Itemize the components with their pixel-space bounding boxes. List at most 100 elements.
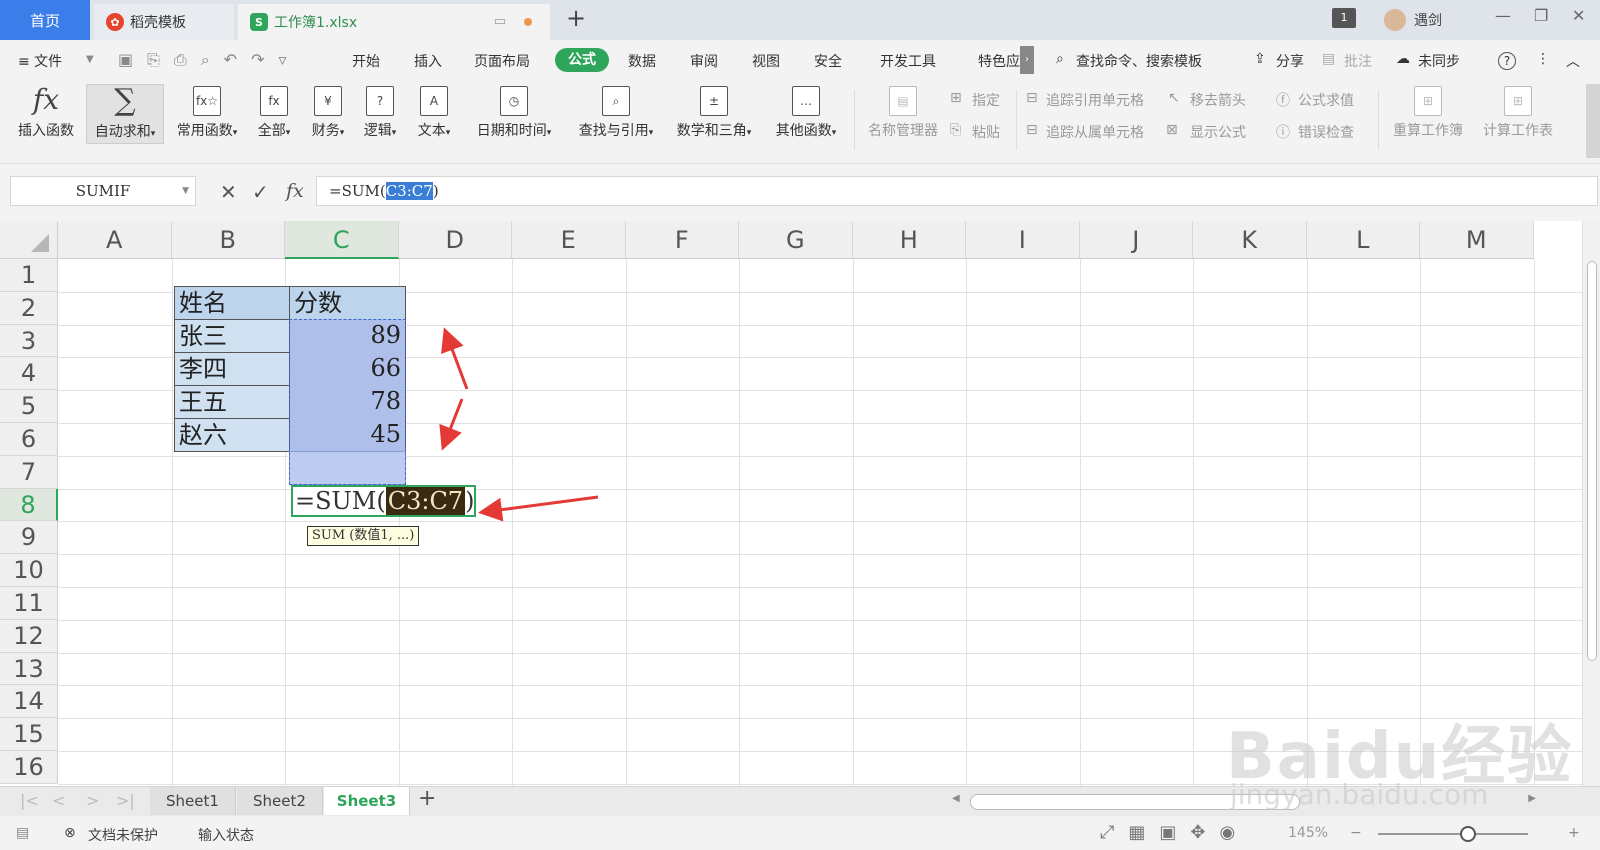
other-functions-button[interactable]: … 其他函数▾ [768,86,844,140]
row-header[interactable]: 10 [0,554,58,587]
status-doc-icon[interactable]: ▤ [16,825,29,841]
cancel-icon[interactable]: ✕ [220,180,237,204]
row-header[interactable]: 15 [0,718,58,751]
row-header[interactable]: 12 [0,619,58,653]
enter-icon[interactable]: ✓ [252,180,269,204]
search-icon[interactable]: ⌕ [1056,51,1064,67]
column-header[interactable]: C [285,221,399,259]
sheet-tab[interactable]: Sheet1 [150,787,236,815]
ribbon-scrollbar[interactable] [1586,84,1600,158]
all-functions-button[interactable]: fx 全部▾ [252,86,296,140]
spreadsheet-grid[interactable]: ABCDEFGHIJKLM 1 2 3 4 5 6 7 8 9 10 11 12 13 14 15 16 姓名… [0,221,1600,786]
remove-arrows-button[interactable]: 移去箭头 [1190,90,1246,110]
menu-item-data[interactable]: 数据 [628,51,656,71]
zoom-in-icon[interactable]: + [1568,825,1580,841]
zoom-level[interactable]: 145% [1288,825,1328,841]
finance-button[interactable]: ¥ 财务▾ [306,86,350,140]
column-header[interactable]: A [58,221,172,259]
tab-home[interactable]: 首页 [0,0,90,40]
sync-status[interactable]: 未同步 [1418,51,1460,71]
quick-access-icons[interactable]: ▣⎘⎙⌕↶↷▿ [118,50,301,70]
lookup-button[interactable]: ⌕ 查找与引用▾ [572,86,660,140]
row-header[interactable]: 5 [0,390,58,423]
window-count-badge[interactable]: 1 [1332,8,1356,28]
fx-icon[interactable]: fx [286,180,304,202]
row-header[interactable]: 16 [0,751,58,784]
sheet-tab-active[interactable]: Sheet3 [324,787,410,815]
last-sheet-icon[interactable]: >| [116,791,135,810]
select-all-corner[interactable] [0,221,58,259]
show-formulas-button[interactable]: 显示公式 [1190,122,1246,142]
row-header[interactable]: 6 [0,423,58,456]
prev-sheet-icon[interactable]: < [52,791,65,810]
menu-item-developer[interactable]: 开发工具 [880,51,936,71]
close-button[interactable]: ✕ [1572,6,1585,25]
menu-more-button[interactable]: › [1020,46,1034,74]
active-edit-cell[interactable]: =SUM(C3:C7) [291,485,477,517]
math-button[interactable]: ± 数学和三角▾ [670,86,758,140]
column-header[interactable]: J [1079,221,1193,259]
column-header[interactable]: B [171,221,285,259]
formula-input[interactable]: =SUM(C3:C7) [316,176,1598,206]
menu-item-view[interactable]: 视图 [752,51,780,71]
datetime-button[interactable]: ◷ 日期和时间▾ [470,86,558,140]
column-header[interactable]: H [852,221,966,259]
column-header[interactable]: I [966,221,1080,259]
trace-dependents-button[interactable]: 追踪从属单元格 [1046,122,1144,142]
protection-status[interactable]: 文档未保护 [88,825,158,845]
menu-item-review[interactable]: 审阅 [690,51,718,71]
avatar[interactable] [1384,9,1406,31]
column-header[interactable]: G [739,221,853,259]
specify-button[interactable]: 指定 [972,90,1000,110]
insert-function-button[interactable]: fx 插入函数 [14,86,78,140]
column-header[interactable]: M [1420,221,1534,259]
header-cell-score[interactable]: 分数 [289,286,406,320]
name-manager-button[interactable]: ▤ 名称管理器 [862,86,944,140]
username[interactable]: 遇剑 [1414,10,1442,30]
menu-item-insert[interactable]: 插入 [414,51,442,71]
row-header[interactable]: 13 [0,652,58,686]
menu-item-security[interactable]: 安全 [814,51,842,71]
name-cell[interactable]: 李四 [174,352,290,386]
menu-item-special[interactable]: 特色应 [978,51,1020,71]
row-header[interactable]: 8 [0,488,58,522]
evaluate-formula-button[interactable]: 公式求值 [1298,90,1354,110]
row-header[interactable]: 2 [0,291,58,325]
row-header[interactable]: 4 [0,357,58,391]
error-check-button[interactable]: 错误检查 [1298,122,1354,142]
menu-item-page-layout[interactable]: 页面布局 [474,51,530,71]
menu-item-start[interactable]: 开始 [352,51,380,71]
next-sheet-icon[interactable]: > [86,791,99,810]
column-header[interactable]: L [1306,221,1420,259]
name-cell[interactable]: 王五 [174,385,290,419]
menu-item-formulas[interactable]: 公式 [555,48,609,72]
name-box[interactable]: SUMIF ▼ [10,176,196,206]
minimize-button[interactable]: — [1495,6,1511,25]
row-header[interactable]: 11 [0,587,58,620]
trace-precedents-button[interactable]: 追踪引用单元格 [1046,90,1144,110]
logic-button[interactable]: ? 逻辑▾ [358,86,402,140]
vertical-scrollbar[interactable] [1582,221,1600,786]
row-header[interactable]: 1 [0,259,58,292]
more-options-icon[interactable]: ⋮ [1536,51,1550,67]
new-tab-button[interactable]: + [566,4,586,32]
function-tooltip[interactable]: SUM (数值1, ...) [307,526,420,546]
zoom-slider-knob[interactable] [1460,826,1476,842]
scroll-left-icon[interactable]: ◀ [952,793,960,804]
help-icon[interactable]: ? [1498,52,1516,70]
restore-button[interactable]: ❐ [1534,6,1548,25]
sheet-tab[interactable]: Sheet2 [237,787,323,815]
paste-button[interactable]: 粘贴 [972,122,1000,142]
cloud-sync-icon[interactable]: ☁ [1396,51,1410,67]
file-menu[interactable]: ≡ 文件 [18,51,62,71]
column-header[interactable]: F [625,221,739,259]
name-cell[interactable]: 赵六 [174,418,290,452]
add-sheet-button[interactable]: + [418,786,436,811]
common-functions-button[interactable]: fx☆ 常用函数▾ [172,86,242,140]
collapse-ribbon-icon[interactable]: ︿ [1566,51,1580,71]
column-header[interactable]: E [512,221,626,259]
tab-workbook[interactable]: S 工作簿1.xlsx ▭ [238,4,550,40]
row-header[interactable]: 9 [0,521,58,555]
share-icon[interactable]: ⇪ [1254,51,1266,67]
name-cell[interactable]: 张三 [174,319,290,353]
